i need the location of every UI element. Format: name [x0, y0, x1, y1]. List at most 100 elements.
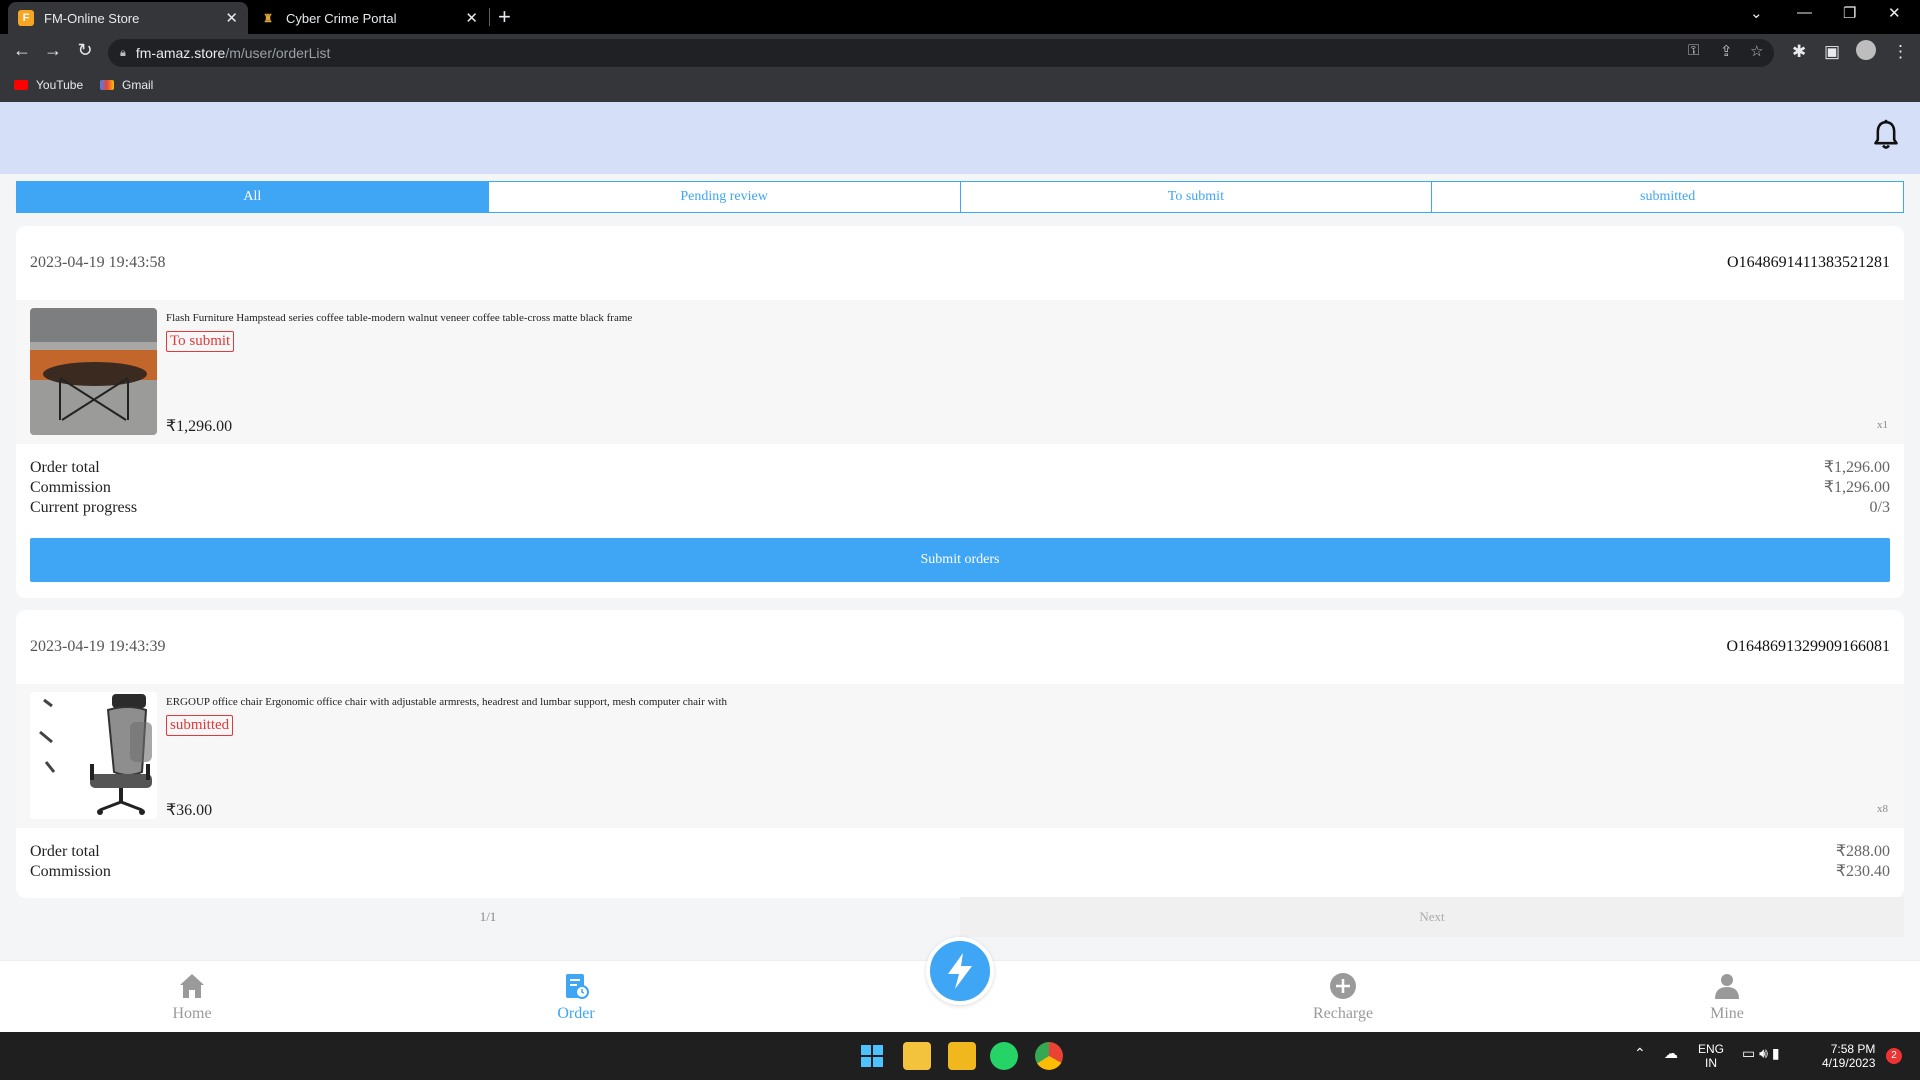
- gmail-icon: [100, 80, 114, 90]
- windows-start-icon[interactable]: [858, 1042, 886, 1070]
- address-bar[interactable]: 🔒︎ fm-amaz.store/m/user/orderList ⚿ ⇪ ☆: [108, 39, 1774, 67]
- restore-icon[interactable]: ❐: [1843, 4, 1856, 22]
- profile-avatar[interactable]: [1856, 40, 1876, 60]
- tab-divider: [489, 8, 490, 26]
- bookmark-label: Gmail: [122, 78, 154, 92]
- windows-taskbar: ⌃ ☁ ENG IN ▭ 🔊︎ ▮ 7:58 PM 4/19/2023 2: [0, 1032, 1920, 1080]
- tab-to-submit[interactable]: To submit: [959, 182, 1432, 212]
- order-filter-tabs: All Pending review To submit submitted: [16, 181, 1904, 213]
- clock-date: 4/19/2023: [1822, 1056, 1876, 1070]
- lightning-bolt-icon: [948, 953, 972, 989]
- product-price: ₹36.00: [166, 802, 213, 819]
- browser-tab-fm-online-store[interactable]: F FM-Online Store ✕: [8, 2, 248, 34]
- commission-label: Commission: [30, 863, 111, 880]
- chrome-icon[interactable]: [1035, 1042, 1063, 1070]
- product-title: Flash Furniture Hampstead series coffee …: [166, 312, 633, 324]
- lock-icon[interactable]: 🔒︎: [120, 47, 126, 60]
- back-arrow-icon[interactable]: ←: [10, 40, 34, 61]
- plus-circle-icon: [1330, 973, 1356, 999]
- nav-mine-label: Mine: [1710, 1005, 1744, 1022]
- app-icon[interactable]: [948, 1042, 976, 1070]
- order-card: 2023-04-19 19:43:58 O1648691411383521281: [16, 226, 1904, 598]
- commission-label: Commission: [30, 479, 111, 496]
- order-summary: Order total ₹1,296.00 Commission ₹1,296.00…: [16, 444, 1904, 518]
- submit-orders-button[interactable]: Submit orders: [30, 538, 1890, 582]
- order-total-label: Order total: [30, 459, 100, 476]
- page-indicator: 1/1: [479, 909, 497, 924]
- bookmark-gmail[interactable]: Gmail: [100, 78, 153, 92]
- browser-tab-strip: F FM-Online Store ✕ ♜ Cyber Crime Portal…: [0, 0, 1920, 34]
- nav-recharge[interactable]: Recharge: [1283, 971, 1403, 1023]
- product-price: ₹1,296.00: [166, 418, 233, 435]
- tab-pending-review[interactable]: Pending review: [487, 182, 960, 212]
- bookmark-label: YouTube: [36, 78, 84, 92]
- progress-value: 0/3: [1869, 499, 1890, 516]
- page-header: [0, 102, 1920, 174]
- close-window-icon[interactable]: ✕: [1888, 4, 1901, 22]
- network-volume-battery-icons[interactable]: ▭ 🔊︎ ▮: [1742, 1046, 1780, 1060]
- commission-value: ₹1,296.00: [1823, 479, 1890, 496]
- file-explorer-icon[interactable]: [903, 1042, 931, 1070]
- product-title: ERGOUP office chair Ergonomic office cha…: [166, 696, 728, 708]
- side-panel-icon[interactable]: ▣: [1824, 42, 1840, 62]
- region-code: IN: [1705, 1056, 1717, 1070]
- order-document-icon: [566, 974, 589, 999]
- product-quantity: x1: [1877, 419, 1888, 431]
- emblem-favicon-icon: ♜: [263, 12, 273, 25]
- close-tab-icon[interactable]: ✕: [225, 9, 238, 27]
- office-chair-product-image: [30, 692, 157, 819]
- minimize-icon[interactable]: —: [1797, 4, 1812, 21]
- product-quantity: x8: [1877, 803, 1888, 815]
- order-date: 2023-04-19 19:43:39: [30, 638, 166, 655]
- status-badge: submitted: [166, 715, 234, 736]
- order-id: O1648691411383521281: [1727, 254, 1890, 271]
- language-code: ENG: [1698, 1042, 1725, 1056]
- extensions-puzzle-icon[interactable]: ✱: [1792, 42, 1806, 62]
- bookmark-youtube[interactable]: YouTube: [14, 78, 83, 92]
- new-tab-plus-icon[interactable]: +: [498, 4, 511, 30]
- order-item[interactable]: ERGOUP office chair Ergonomic office cha…: [16, 684, 1904, 828]
- bookmarks-bar: YouTube Gmail: [0, 70, 1920, 102]
- onedrive-cloud-icon[interactable]: ☁: [1664, 1046, 1678, 1060]
- clock[interactable]: 7:58 PM 4/19/2023: [1822, 1042, 1875, 1070]
- notification-count-badge[interactable]: 2: [1886, 1048, 1902, 1064]
- order-card: 2023-04-19 19:43:39 O1648691329909166081: [16, 610, 1904, 898]
- bookmark-star-icon[interactable]: ☆: [1750, 42, 1763, 60]
- tab-all[interactable]: All: [17, 182, 488, 212]
- progress-label: Current progress: [30, 499, 138, 516]
- coffee-table-product-image: [30, 308, 157, 435]
- tab-search-chevron-icon[interactable]: ⌄: [1750, 4, 1763, 22]
- tab-submitted[interactable]: submitted: [1431, 182, 1903, 212]
- forward-arrow-icon[interactable]: →: [41, 40, 65, 61]
- store-favicon-icon: F: [18, 10, 34, 26]
- url-host: fm-amaz.store: [135, 45, 226, 61]
- nav-order[interactable]: Order: [516, 971, 636, 1023]
- nav-order-label: Order: [557, 1005, 595, 1022]
- tray-chevron-up-icon[interactable]: ⌃: [1634, 1046, 1646, 1060]
- browser-tab-cyber-crime-portal[interactable]: ♜ Cyber Crime Portal ✕: [250, 2, 488, 34]
- order-total-value: ₹1,296.00: [1823, 459, 1890, 476]
- nav-mine[interactable]: Mine: [1667, 971, 1787, 1023]
- commission-value: ₹230.40: [1835, 863, 1890, 880]
- key-icon[interactable]: ⚿: [1688, 42, 1699, 59]
- nav-home-label: Home: [172, 1005, 212, 1022]
- share-icon[interactable]: ⇪: [1720, 42, 1733, 60]
- language-indicator[interactable]: ENG IN: [1698, 1042, 1724, 1070]
- reload-icon[interactable]: ↻: [73, 40, 97, 61]
- order-card-header: 2023-04-19 19:43:39 O1648691329909166081: [16, 610, 1904, 684]
- notification-bell-icon[interactable]: [1872, 118, 1900, 152]
- url-path: /m/user/orderList: [225, 45, 331, 61]
- youtube-icon: [14, 80, 28, 90]
- order-date: 2023-04-19 19:43:58: [30, 254, 166, 271]
- quick-action-button[interactable]: [926, 937, 994, 1005]
- order-item[interactable]: Flash Furniture Hampstead series coffee …: [16, 300, 1904, 444]
- tab-title: Cyber Crime Portal: [286, 10, 397, 26]
- close-tab-icon[interactable]: ✕: [465, 9, 478, 27]
- order-total-label: Order total: [30, 843, 100, 860]
- nav-home[interactable]: Home: [132, 971, 252, 1023]
- menu-kebab-icon[interactable]: ⋮: [1892, 42, 1909, 62]
- nav-recharge-label: Recharge: [1312, 1005, 1374, 1022]
- status-badge: To submit: [166, 331, 235, 352]
- whatsapp-icon[interactable]: [990, 1042, 1018, 1070]
- next-page-button[interactable]: Next: [960, 897, 1904, 937]
